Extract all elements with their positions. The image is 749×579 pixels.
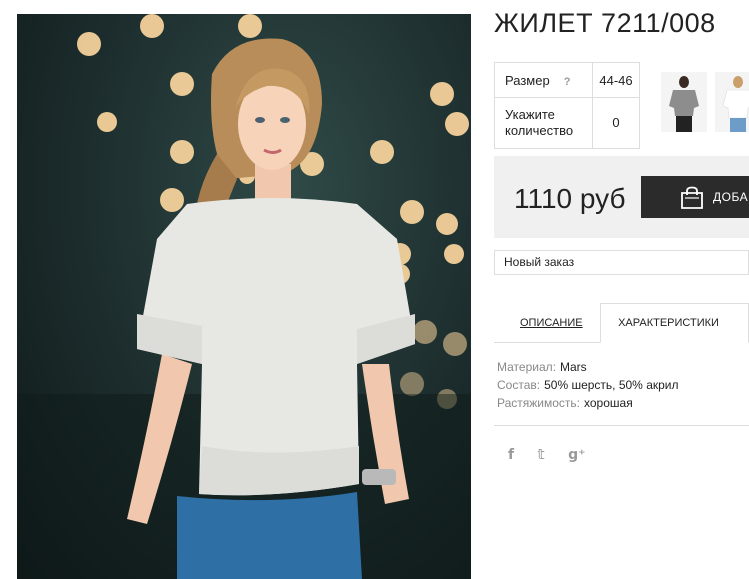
section-divider	[494, 425, 749, 426]
twitter-icon[interactable]: 𝕥	[538, 447, 545, 463]
property-value: 50% шерсть, 50% акрил	[544, 378, 679, 392]
social-share: f 𝕥 g⁺	[508, 446, 605, 466]
add-to-cart-button[interactable]: ДОБАВ	[641, 176, 749, 218]
property-value: хорошая	[584, 396, 633, 410]
property-row: Состав: 50% шерсть, 50% акрил	[497, 376, 679, 394]
quantity-label-cell: Укажите количество	[494, 97, 593, 149]
product-price: 1110 руб	[514, 183, 626, 214]
thumbnail-gray-top[interactable]	[661, 72, 707, 132]
product-tabs: ОПИСАНИЕ ХАРАКТЕРИСТИКИ	[494, 303, 749, 343]
thumbnail-gray-top-illustration	[661, 72, 707, 132]
add-to-cart-label: ДОБАВ	[713, 190, 749, 204]
product-properties: Материал: Mars Состав: 50% шерсть, 50% акр…	[497, 358, 679, 412]
property-row: Растяжимость: хорошая	[497, 394, 679, 412]
price-panel: 1110 руб ДОБАВ	[494, 156, 749, 238]
property-row: Материал: Mars	[497, 358, 679, 376]
tab-description[interactable]: ОПИСАНИЕ	[520, 317, 583, 329]
order-select[interactable]: Новый заказ	[494, 250, 749, 275]
google-plus-icon[interactable]: g⁺	[568, 447, 585, 463]
quantity-label-line2: количество	[505, 123, 574, 138]
product-title: ЖИЛЕТ 7211/008	[494, 8, 716, 38]
facebook-icon[interactable]: f	[508, 447, 514, 463]
product-main-image[interactable]	[17, 14, 471, 579]
quantity-label-line1: Укажите	[505, 107, 555, 122]
shopping-bag-icon	[681, 186, 703, 209]
thumbnail-white-top-illustration	[715, 72, 749, 132]
quantity-input[interactable]: 0	[592, 97, 640, 149]
property-key: Материал:	[497, 360, 556, 374]
product-options-table: Размер? 44-46 Укажите количество 0	[494, 62, 640, 149]
size-label-cell: Размер?	[494, 62, 593, 98]
property-key: Растяжимость:	[497, 396, 581, 410]
tab-characteristics[interactable]: ХАРАКТЕРИСТИКИ	[600, 303, 749, 343]
model-photo-illustration	[17, 14, 471, 579]
property-value: Mars	[559, 360, 587, 374]
size-help-icon[interactable]: ?	[564, 76, 571, 88]
size-label: Размер	[505, 72, 550, 88]
thumbnail-white-top[interactable]	[715, 72, 749, 132]
property-key: Состав:	[497, 378, 541, 392]
size-value[interactable]: 44-46	[592, 62, 640, 98]
